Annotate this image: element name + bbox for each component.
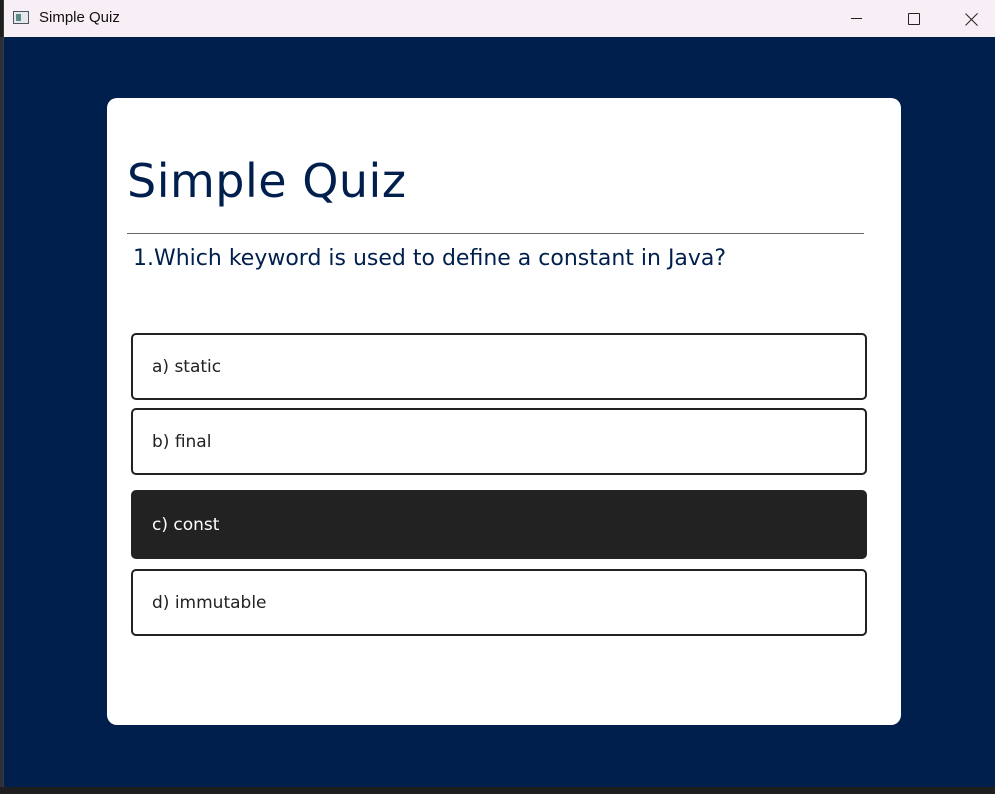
answer-option-a[interactable]: a) static [131,333,867,400]
question-text: 1.Which keyword is used to define a cons… [133,246,727,271]
answer-option-label: b) final [152,431,212,452]
close-icon [965,12,979,26]
maximize-button[interactable] [885,0,943,37]
close-button[interactable] [943,0,995,37]
answer-option-b[interactable]: b) final [131,408,867,475]
answer-option-c[interactable]: c) const [131,490,867,559]
window-title: Simple Quiz [39,9,120,26]
minimize-button[interactable] [827,0,885,37]
quiz-title: Simple Quiz [127,154,407,208]
answer-option-label: a) static [152,356,222,377]
answer-option-d[interactable]: d) immutable [131,569,867,636]
title-divider [127,233,864,234]
title-bar[interactable]: Simple Quiz [4,0,995,37]
background-editor-bottom [0,787,995,794]
quiz-window: Simple Quiz Simple Quiz 1.Which keyword … [3,0,995,787]
minimize-icon [850,18,862,19]
maximize-icon [908,12,920,25]
quiz-card: Simple Quiz 1.Which keyword is used to d… [107,98,901,725]
answer-option-label: d) immutable [152,592,267,613]
app-window-icon [13,11,29,24]
answer-option-label: c) const [152,514,220,535]
